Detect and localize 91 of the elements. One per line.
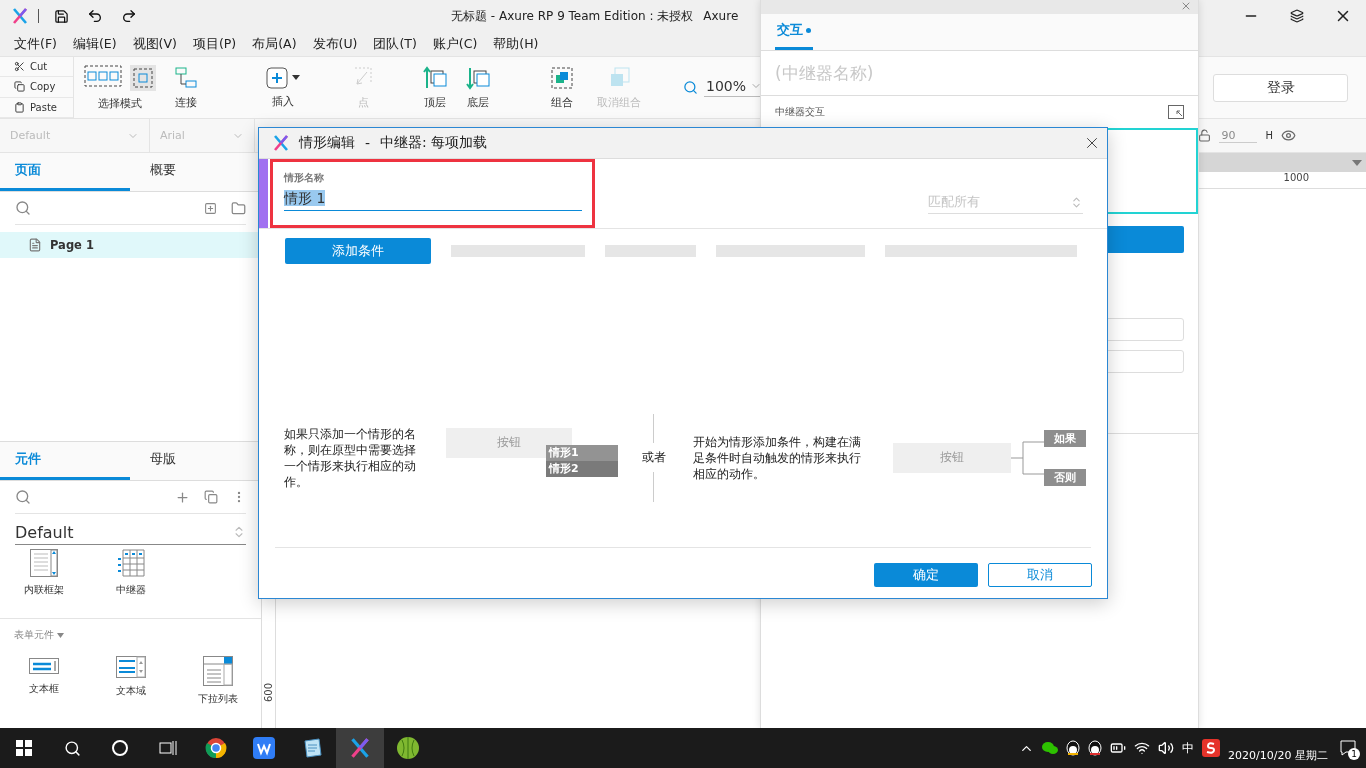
group-icon <box>550 65 574 90</box>
widget-label[interactable]: 内联框架 <box>23 583 64 597</box>
dialog-title: 情形编辑 <box>299 134 355 152</box>
axure-logo-icon <box>350 738 370 758</box>
add-page-icon[interactable] <box>204 201 217 215</box>
menu-item[interactable]: 团队(T) <box>365 35 425 53</box>
toolbar-button[interactable]: 插入 <box>258 57 308 118</box>
input-method-icon[interactable] <box>1202 739 1221 757</box>
case-tag: 情形1 <box>546 444 618 461</box>
toolbar-button[interactable]: 组合 <box>545 57 579 118</box>
menu-item[interactable]: 项目(P) <box>184 35 245 53</box>
document-app-icon[interactable] <box>253 737 275 759</box>
axure-logo-icon <box>273 135 289 151</box>
caret-icon[interactable] <box>292 75 300 80</box>
axure-logo-icon <box>12 8 28 24</box>
panel-tab[interactable]: 元件 <box>0 442 130 480</box>
toolbar-button[interactable]: 连接 <box>166 57 206 118</box>
plus-icon[interactable] <box>175 489 190 505</box>
lock-icon[interactable] <box>1198 129 1212 142</box>
add-condition-button[interactable]: 添加条件 <box>285 238 431 264</box>
ruler-label: 1000 <box>1283 172 1309 185</box>
dropdown-list-icon <box>202 656 233 686</box>
volume-icon[interactable] <box>1158 740 1175 756</box>
section-title[interactable]: 表单元件 <box>14 629 54 642</box>
dialog-subtitle: 中继器: 每项加载 <box>380 134 488 152</box>
branch-tag: 如果 <box>1044 429 1086 447</box>
search-icon <box>683 80 698 95</box>
window-title: 无标题 - Axure RP 9 Team Edition : 未授权 <box>451 7 694 25</box>
menu-item[interactable]: 布局(A) <box>244 35 305 53</box>
menu-item[interactable]: 发布(U) <box>304 35 366 53</box>
color-stripe <box>259 159 268 228</box>
clipboard-icon <box>14 101 25 113</box>
window-title: Axure <box>703 9 739 23</box>
toolbar-button[interactable]: 选择模式 <box>86 57 154 118</box>
login-button[interactable]: 登录 <box>1213 73 1348 102</box>
clipboard-button[interactable]: Paste <box>0 97 73 118</box>
connect-icon <box>174 65 198 90</box>
widget-label[interactable]: 中继器 <box>115 583 146 597</box>
repeater-icon <box>116 549 145 577</box>
select-contain-icon[interactable] <box>130 64 156 91</box>
toolbar-button[interactable]: 底层 <box>461 57 495 118</box>
hint-text: 开始为情形添加条件，构建在满足条件时自动触发的情形来执行相应的动作。 <box>693 433 862 482</box>
copy-icon[interactable] <box>204 490 218 504</box>
ok-button[interactable]: 确定 <box>874 563 978 587</box>
panel-tab[interactable]: 概要 <box>130 153 260 191</box>
page-icon <box>28 238 42 252</box>
field-label: 情形名称 <box>284 172 325 185</box>
menu-item[interactable]: 编辑(E) <box>64 35 125 53</box>
clock-date: 2020/10/20 星期二 <box>1228 747 1328 763</box>
widget-label[interactable]: 文本域 <box>115 684 146 698</box>
clipboard-button[interactable]: Copy <box>0 77 73 98</box>
height-label: H <box>1265 130 1273 141</box>
text-field-icon <box>28 656 59 676</box>
panel-tab[interactable]: 交互 <box>775 14 813 50</box>
hint-text: 如果只添加一个情形的名称，则在原型中需要选择一个情形来执行相应的动作。 <box>284 425 417 490</box>
menu-item[interactable]: 帮助(H) <box>485 35 547 53</box>
cancel-button[interactable]: 取消 <box>988 563 1092 587</box>
chat-icon[interactable] <box>1042 741 1059 755</box>
page-item[interactable]: Page 1 <box>0 232 261 258</box>
title-separator: - <box>365 135 371 151</box>
section-title: 中继器交互 <box>775 105 825 119</box>
battery-icon[interactable] <box>1110 740 1127 756</box>
clipboard-button[interactable]: Cut <box>0 57 73 78</box>
or-label: 或者 <box>641 449 666 466</box>
send-back-icon <box>466 65 490 90</box>
notepad-icon[interactable] <box>301 737 323 759</box>
scissors-icon <box>14 61 25 73</box>
widget-label[interactable]: 文本框 <box>28 682 59 696</box>
menu-item[interactable]: 文件(F) <box>6 35 65 53</box>
branch-tag: 否则 <box>1044 468 1086 486</box>
chrome-icon[interactable] <box>205 737 227 759</box>
folder-icon[interactable] <box>231 200 246 216</box>
plus-icon[interactable] <box>266 66 288 89</box>
copy-icon <box>14 81 25 93</box>
case-name-field[interactable]: 情形 1 <box>284 190 582 211</box>
ruler-label: 600 <box>263 682 274 703</box>
toolbar-button[interactable]: 顶层 <box>418 57 452 118</box>
text-area-icon <box>115 656 146 678</box>
menu-item[interactable]: 视图(V) <box>124 35 185 53</box>
menu-item[interactable]: 账户(C) <box>424 35 486 53</box>
wifi-icon[interactable] <box>1134 740 1151 756</box>
input-method-label[interactable]: 中 <box>1182 739 1195 757</box>
expand-icon[interactable] <box>1168 105 1184 119</box>
melon-icon[interactable] <box>396 736 420 760</box>
bring-front-icon <box>423 65 447 90</box>
widget-label[interactable]: 下拉列表 <box>197 692 238 706</box>
eye-icon[interactable] <box>1281 128 1296 143</box>
inline-frame-icon <box>29 549 58 577</box>
panel-tab[interactable]: 母版 <box>130 442 260 480</box>
panel-tab[interactable]: 页面 <box>0 153 130 191</box>
library-dropdown[interactable]: Default <box>15 520 246 545</box>
